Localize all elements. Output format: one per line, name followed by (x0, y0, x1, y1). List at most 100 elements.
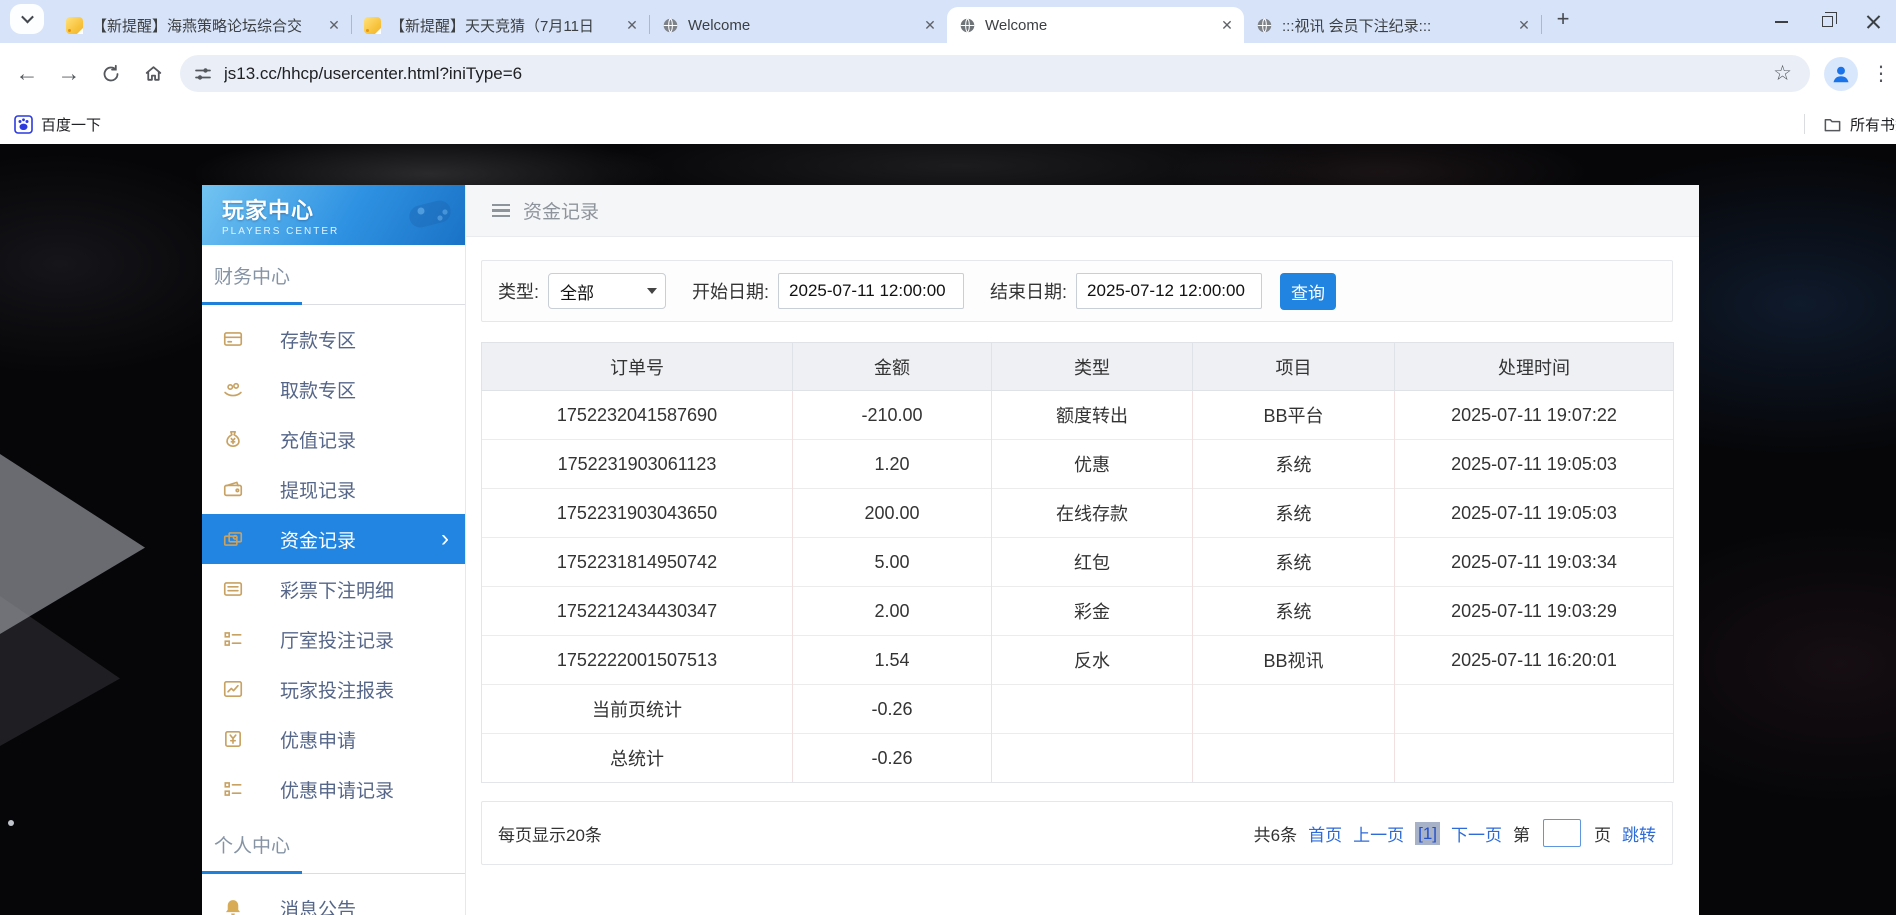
cell-empty (1193, 734, 1395, 783)
sidebar-item-lottery-bet-details[interactable]: 彩票下注明细 (202, 564, 465, 614)
type-select[interactable]: 全部 (548, 273, 666, 309)
next-page-link[interactable]: 下一页 (1451, 821, 1502, 846)
funds-records-table: 订单号 金额 类型 项目 处理时间 1752232041587690-210.0… (481, 342, 1674, 783)
search-button[interactable]: 查询 (1280, 273, 1336, 310)
filter-bar: 类型: 全部 开始日期: 结束日期: 查询 (481, 260, 1673, 322)
pagination-controls: 共6条 首页 上一页 [1] 下一页 第 页 跳转 (1254, 819, 1656, 847)
page-jump-input[interactable] (1543, 819, 1581, 847)
cell-order-id: 1752231814950742 (482, 538, 793, 587)
hamburger-icon[interactable] (492, 204, 510, 218)
start-date-input[interactable] (778, 273, 964, 309)
end-date-label: 结束日期: (990, 278, 1067, 304)
sidebar-item-player-bet-report[interactable]: 玩家投注报表 (202, 664, 465, 714)
bookmark-baidu[interactable]: 百度一下 (14, 114, 101, 135)
sidebar-item-withdraw-zone[interactable]: 取款专区 (202, 364, 465, 414)
back-button[interactable]: ← (6, 53, 48, 95)
sidebar-item-promo-apply[interactable]: 优惠申请 (202, 714, 465, 764)
window-controls (1758, 0, 1896, 43)
tab-close-icon[interactable]: ✕ (623, 16, 641, 34)
list-items-icon (222, 628, 244, 650)
refresh-icon (101, 64, 121, 84)
sidebar-item-deposit-zone[interactable]: 存款专区 (202, 314, 465, 364)
decor-dot (8, 820, 14, 826)
tab-welcome-active[interactable]: Welcome ✕ (947, 7, 1244, 43)
tab-welcome-1[interactable]: Welcome ✕ (650, 7, 947, 43)
current-page-indicator[interactable]: [1] (1415, 822, 1440, 845)
new-tab-button[interactable]: + (1548, 4, 1578, 34)
sidebar-menu: 存款专区 取款专区 充值记录 提现记录 (202, 314, 465, 814)
table-header-row: 订单号 金额 类型 项目 处理时间 (482, 343, 1674, 391)
cell-amount: 5.00 (793, 538, 992, 587)
bookmarks-bar: 百度一下 所有书签 (0, 104, 1896, 144)
bookmark-star-icon[interactable]: ☆ (1769, 61, 1796, 86)
jump-prefix-label: 第 (1513, 821, 1530, 846)
sidebar-item-label: 取款专区 (280, 376, 356, 403)
sidebar-item-funds-records[interactable]: 资金记录 › (202, 514, 465, 564)
prev-page-link[interactable]: 上一页 (1353, 821, 1404, 846)
decor-triangle (0, 596, 120, 746)
tab-close-icon[interactable]: ✕ (1218, 16, 1236, 34)
maximize-button[interactable] (1804, 0, 1850, 43)
bell-icon (222, 897, 244, 915)
sidebar-item-label: 充值记录 (280, 426, 356, 453)
all-bookmarks[interactable]: 所有书签 (1804, 104, 1896, 144)
address-bar[interactable]: js13.cc/hhcp/usercenter.html?iniType=6 ☆ (180, 55, 1810, 92)
sidebar-item-hall-bet-records[interactable]: 厅室投注记录 (202, 614, 465, 664)
sidebar-item-label: 彩票下注明细 (280, 576, 394, 603)
wallet-icon (222, 478, 244, 500)
cell-project: 系统 (1193, 538, 1395, 587)
cell-time: 2025-07-11 19:03:34 (1395, 538, 1674, 587)
cell-amount: -0.26 (793, 685, 992, 734)
close-button[interactable] (1850, 0, 1896, 43)
type-select-value: 全部 (560, 279, 594, 304)
section-finance-title: 财务中心 (202, 245, 465, 289)
tab-close-icon[interactable]: ✕ (921, 16, 939, 34)
cell-amount: 200.00 (793, 489, 992, 538)
folder-icon (1823, 115, 1842, 134)
tab-forum-1[interactable]: 【新提醒】海燕策略论坛综合交 ✕ (54, 7, 351, 43)
forward-button[interactable]: → (48, 53, 90, 95)
url-text[interactable]: js13.cc/hhcp/usercenter.html?iniType=6 (224, 64, 1769, 84)
sidebar-item-message-announcements[interactable]: 消息公告 (202, 883, 465, 915)
funds-cards-icon (222, 528, 244, 550)
tab-close-icon[interactable]: ✕ (325, 16, 343, 34)
globe-favicon-icon (1256, 17, 1273, 34)
cell-project: BB视讯 (1193, 636, 1395, 685)
home-icon (143, 63, 164, 84)
list-items-icon (222, 778, 244, 800)
cell-type: 红包 (992, 538, 1193, 587)
browser-menu-button[interactable]: ⋮ (1868, 61, 1894, 86)
col-project: 项目 (1193, 343, 1395, 391)
cell-project: 系统 (1193, 587, 1395, 636)
tab-forum-2[interactable]: 【新提醒】天天竞猜（7月11日 ✕ (352, 7, 649, 43)
profile-avatar[interactable] (1824, 57, 1858, 91)
sidebar-item-recharge-records[interactable]: 充值记录 (202, 414, 465, 464)
refresh-button[interactable] (90, 53, 132, 95)
sidebar-item-label: 消息公告 (280, 895, 356, 915)
sidebar-item-withdrawal-records[interactable]: 提现记录 (202, 464, 465, 514)
tab-search-button[interactable] (10, 4, 44, 34)
tab-video-records[interactable]: :::视讯 会员下注纪录::: ✕ (1244, 7, 1541, 43)
jump-link[interactable]: 跳转 (1622, 821, 1656, 846)
home-button[interactable] (132, 53, 174, 95)
cell-project: BB平台 (1193, 391, 1395, 440)
cell-amount: 1.20 (793, 440, 992, 489)
sidebar-item-promo-apply-records[interactable]: 优惠申请记录 (202, 764, 465, 814)
first-page-link[interactable]: 首页 (1308, 821, 1342, 846)
all-bookmarks-label: 所有书签 (1850, 114, 1896, 135)
chart-report-icon (222, 678, 244, 700)
gamepad-icon (401, 189, 459, 237)
cell-time: 2025-07-11 16:20:01 (1395, 636, 1674, 685)
cell-type: 在线存款 (992, 489, 1193, 538)
cell-amount: -210.00 (793, 391, 992, 440)
minimize-button[interactable] (1758, 0, 1804, 43)
cell-order-id: 1752222001507513 (482, 636, 793, 685)
sidebar-item-label: 玩家投注报表 (280, 676, 394, 703)
col-order-id: 订单号 (482, 343, 793, 391)
table-row: 1752231903043650200.00在线存款系统2025-07-11 1… (482, 489, 1674, 538)
end-date-input[interactable] (1076, 273, 1262, 309)
type-label: 类型: (498, 278, 539, 304)
tab-close-icon[interactable]: ✕ (1515, 16, 1533, 34)
cell-order-id: 1752212434430347 (482, 587, 793, 636)
forum-favicon-icon (364, 17, 381, 34)
